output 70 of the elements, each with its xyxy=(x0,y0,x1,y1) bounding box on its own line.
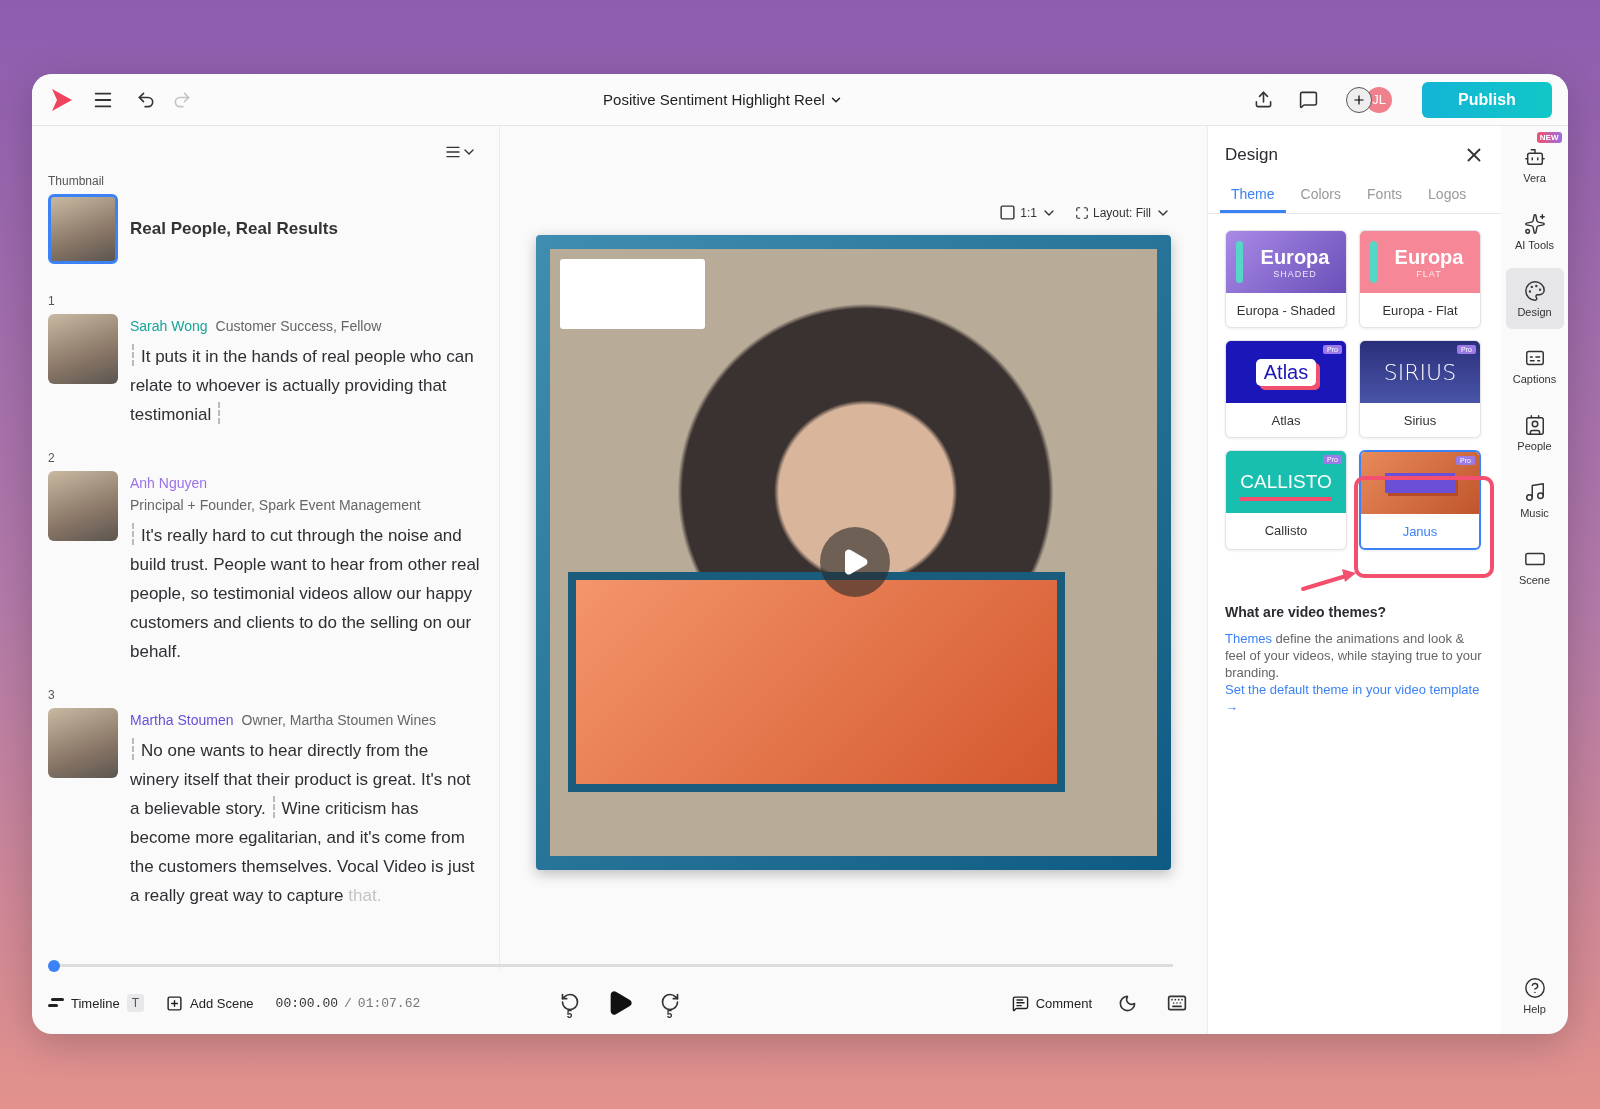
new-badge: NEW xyxy=(1536,132,1562,143)
speaker-name: Martha Stoumen xyxy=(130,712,234,728)
theme-thumbnail-title: SIRIUS xyxy=(1383,359,1457,385)
sidebar-item[interactable]: NEW Vera xyxy=(1505,134,1564,195)
expand-icon xyxy=(1074,205,1089,220)
speaker-name: Anh Nguyen xyxy=(130,475,209,491)
scene-photo[interactable] xyxy=(48,471,118,541)
add-scene-button[interactable]: Add Scene xyxy=(166,994,254,1012)
rewind-button[interactable]: 5 xyxy=(555,988,584,1018)
sidebar-item[interactable]: Captions xyxy=(1505,335,1564,396)
scene-photo[interactable] xyxy=(48,708,118,778)
default-theme-link[interactable]: Set the default theme in your video template → xyxy=(1225,681,1487,715)
scene-number: 3 xyxy=(48,688,56,702)
progress-handle[interactable] xyxy=(48,960,60,972)
thumbnail-photo[interactable] xyxy=(48,194,118,264)
bar-icon xyxy=(1370,241,1377,283)
project-title[interactable]: Positive Sentiment Highlight Reel xyxy=(597,90,849,109)
comment-button[interactable]: Comment xyxy=(1011,994,1092,1012)
forward-button[interactable]: 5 xyxy=(655,988,684,1018)
speaker-name: Sarah Wong xyxy=(130,318,208,334)
tab[interactable]: Theme xyxy=(1220,178,1286,213)
theme-thumbnail-subtitle: FLAT xyxy=(1415,268,1443,279)
bar-icon xyxy=(1236,241,1243,283)
scene-photo[interactable] xyxy=(48,314,118,384)
sidebar-item[interactable]: Scene xyxy=(1505,536,1564,597)
square-icon xyxy=(999,204,1017,221)
comment-icon xyxy=(1011,994,1029,1012)
add-collaborator-button[interactable] xyxy=(1346,86,1372,113)
speaker-role: Owner, Martha Stoumen Wines xyxy=(241,712,437,728)
theme-card[interactable]: Europa FLAT Europa - Flat xyxy=(1359,230,1481,328)
speaker-role: Customer Success, Fellow xyxy=(215,318,382,334)
timeline-button[interactable]: Timeline T xyxy=(48,994,144,1012)
speaker-role: Principal + Founder, Spark Event Management xyxy=(130,497,422,513)
transcript-text: It puts it in the hands of real people who can relate to whoever is actually providing that testimonial xyxy=(130,342,481,429)
layout-control[interactable]: Layout: Fill xyxy=(1074,204,1171,221)
theme-thumbnail-title: Europa xyxy=(1394,245,1464,269)
theme-thumbnail-title: Europa xyxy=(1260,245,1330,269)
sidebar-item[interactable]: People xyxy=(1505,402,1564,463)
time-separator: / xyxy=(344,995,352,1011)
total-time: 01:07.62 xyxy=(357,995,421,1011)
scene-number: 1 xyxy=(48,294,56,308)
people-icon xyxy=(1523,413,1546,436)
aspect-ratio-control[interactable]: 1:1 xyxy=(999,204,1057,221)
theme-thumbnail-title: CALLISTO xyxy=(1240,471,1332,493)
themes-link[interactable]: Themes xyxy=(1225,631,1272,646)
plus-icon xyxy=(1352,92,1366,107)
forward-icon xyxy=(659,991,680,1012)
sidebar-item[interactable]: Design xyxy=(1505,268,1564,329)
theme-thumbnail-subtitle: SHADED xyxy=(1272,268,1318,279)
lines-icon xyxy=(445,144,461,160)
timeline-icon xyxy=(48,998,64,1008)
sidebar-item[interactable]: Music xyxy=(1505,469,1564,530)
panel-title: Design xyxy=(1225,145,1278,165)
help-icon xyxy=(1523,976,1546,999)
help-title: What are video themes? xyxy=(1225,604,1388,620)
thumbnail-label: Thumbnail xyxy=(48,174,106,188)
transcript-text: It's really hard to cut through the noise and build trust. People want to hear from other real people, so testimonial videos allow our happy customers and clients to do the selling on our behalf. xyxy=(130,521,481,666)
current-time: 00:00.00 xyxy=(275,995,339,1011)
music-icon xyxy=(1523,480,1546,503)
thumbnail-title: Real People, Real Results xyxy=(130,219,338,239)
pointer-arrow xyxy=(1301,569,1356,591)
rewind-icon xyxy=(559,991,580,1012)
design-icon xyxy=(1523,279,1546,302)
theme-card[interactable]: Europa SHADED Europa - Shaded xyxy=(1225,230,1347,328)
ai-icon xyxy=(1523,212,1546,235)
help-text: Themes define the animations and look & feel of your videos, while staying true to your branding. Set the default theme in your video template → xyxy=(1225,630,1487,715)
plus-square-icon xyxy=(166,994,183,1012)
sidebar-item[interactable]: AI Tools xyxy=(1505,201,1564,262)
help-button[interactable]: Help xyxy=(1505,965,1564,1026)
scene-number: 2 xyxy=(48,451,56,465)
